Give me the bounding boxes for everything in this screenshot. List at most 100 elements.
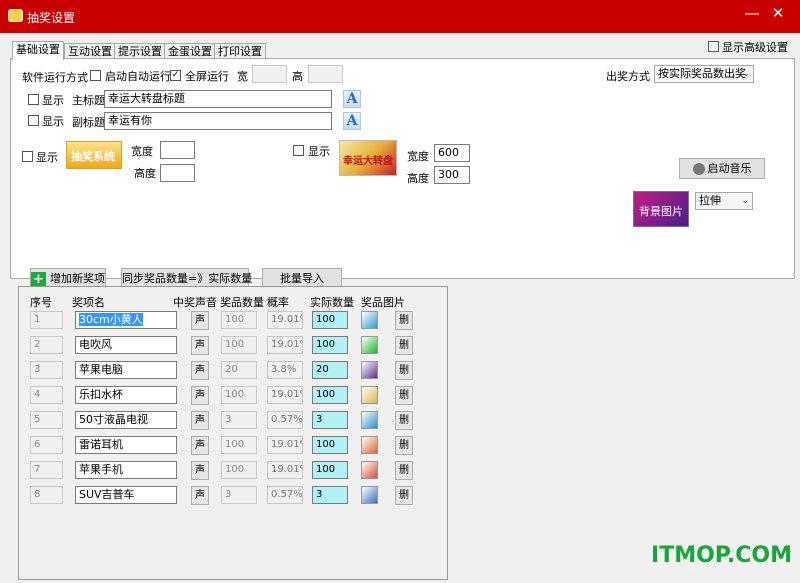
delete-button[interactable]: 删 — [395, 436, 413, 455]
logo-height-input[interactable] — [160, 164, 195, 182]
width-input[interactable] — [252, 65, 287, 83]
prize-quantity-input[interactable]: 100 — [221, 336, 257, 354]
sound-button[interactable]: 声 — [191, 411, 209, 430]
background-image-text: 背景图片 — [639, 205, 683, 218]
tab-golden-egg[interactable]: 金蛋设置 — [164, 43, 216, 59]
table-row: 3 苹果电脑 声 20 3.8% 20 删 — [19, 358, 447, 383]
delete-button[interactable]: 删 — [395, 311, 413, 330]
prize-image-thumbnail[interactable] — [361, 361, 378, 379]
main-title-input[interactable]: 幸运大转盘标题 — [104, 90, 332, 108]
tab-interaction[interactable]: 互动设置 — [64, 43, 116, 59]
width-label: 宽 — [237, 70, 248, 83]
prize-name-input[interactable]: 乐扣水杯 — [75, 386, 177, 404]
prize-quantity-input[interactable]: 100 — [221, 386, 257, 404]
prize-image-thumbnail[interactable] — [361, 436, 378, 454]
actual-quantity-input[interactable]: 20 — [312, 361, 348, 379]
prize-name-input[interactable]: 苹果手机 — [75, 461, 177, 479]
height-label: 高 — [292, 70, 303, 83]
actual-quantity-input[interactable]: 3 — [312, 411, 348, 429]
prize-name-input[interactable]: 30cm小黄人 — [75, 311, 177, 329]
prize-image-thumbnail[interactable] — [361, 461, 378, 479]
row-index: 8 — [30, 486, 63, 504]
add-prize-label: 增加新奖项 — [50, 272, 105, 285]
sub-title-input[interactable]: 幸运有你 — [104, 112, 332, 130]
prize-quantity-input[interactable]: 3 — [221, 486, 257, 504]
banner-show-checkbox[interactable] — [293, 145, 304, 156]
tab-basic[interactable]: 基础设置 — [12, 41, 64, 60]
advanced-checkbox[interactable] — [708, 41, 719, 52]
prize-probability: 19.01% — [267, 311, 303, 329]
prize-name-input[interactable]: 电吹风 — [75, 336, 177, 354]
prize-probability: 19.01% — [267, 461, 303, 479]
delete-button[interactable]: 删 — [395, 486, 413, 505]
main-title-label: 主标题 — [72, 94, 105, 107]
banner-image[interactable]: 幸运大转盘 — [339, 140, 397, 176]
tab-hints[interactable]: 提示设置 — [114, 43, 166, 59]
sub-title-show-checkbox[interactable] — [28, 115, 39, 126]
table-row: 5 50寸液晶电视声 3 0.57% 3 删 — [19, 408, 447, 433]
prize-name-input[interactable]: SUV吉普车 — [75, 486, 177, 504]
prize-quantity-input[interactable]: 100 — [221, 436, 257, 454]
prize-image-thumbnail[interactable] — [361, 311, 378, 329]
prize-probability: 19.01% — [267, 436, 303, 454]
background-image[interactable]: 背景图片 — [633, 191, 689, 227]
sound-button[interactable]: 声 — [191, 486, 209, 505]
draw-mode-select[interactable]: 按实际奖品数出奖 ⌄ — [654, 65, 754, 83]
actual-quantity-input[interactable]: 100 — [312, 336, 348, 354]
sound-button[interactable]: 声 — [191, 361, 209, 380]
prize-name-text: 30cm小黄人 — [79, 313, 143, 326]
actual-quantity-input[interactable]: 100 — [312, 436, 348, 454]
close-button[interactable]: ✕ — [766, 3, 790, 23]
prize-image-thumbnail[interactable] — [361, 336, 378, 354]
chevron-down-icon: ⌄ — [741, 196, 749, 206]
prize-image-thumbnail[interactable] — [361, 486, 378, 504]
start-music-button[interactable]: 启动音乐 — [679, 158, 765, 179]
delete-button[interactable]: 删 — [395, 336, 413, 355]
main-title-show-checkbox[interactable] — [28, 94, 39, 105]
table-row: 4 乐扣水杯 声 100 19.01% 100 删 — [19, 383, 447, 408]
sound-button[interactable]: 声 — [191, 311, 209, 330]
actual-quantity-input[interactable]: 100 — [312, 311, 348, 329]
sound-button[interactable]: 声 — [191, 386, 209, 405]
sound-button[interactable]: 声 — [191, 461, 209, 480]
tab-print[interactable]: 打印设置 — [214, 43, 266, 59]
prize-quantity-input[interactable]: 3 — [221, 411, 257, 429]
stretch-select[interactable]: 拉伸 ⌄ — [695, 192, 753, 210]
prize-name-text: 50寸液晶电视 — [79, 413, 148, 426]
actual-quantity-input[interactable]: 3 — [312, 486, 348, 504]
banner-width-input[interactable]: 600 — [434, 144, 470, 162]
delete-button[interactable]: 删 — [395, 361, 413, 380]
title-bar: 抽奖设置 — ✕ — [0, 0, 800, 33]
actual-quantity-input[interactable]: 100 — [312, 461, 348, 479]
start-music-label: 启动音乐 — [707, 162, 752, 175]
actual-quantity-input[interactable]: 100 — [312, 386, 348, 404]
prize-image-thumbnail[interactable] — [361, 386, 378, 404]
banner-height-input[interactable]: 300 — [434, 166, 470, 184]
prize-quantity-input[interactable]: 100 — [221, 311, 257, 329]
logo-image[interactable]: 抽奖系统 — [66, 141, 122, 169]
prize-image-thumbnail[interactable] — [361, 411, 378, 429]
table-row: 8 SUV吉普车声 3 0.57% 3 删 — [19, 483, 447, 508]
sound-button[interactable]: 声 — [191, 436, 209, 455]
prize-quantity-input[interactable]: 20 — [221, 361, 257, 379]
delete-button[interactable]: 删 — [395, 461, 413, 480]
autostart-checkbox[interactable] — [90, 70, 101, 81]
logo-show-checkbox[interactable] — [22, 151, 33, 162]
main-title-font-button[interactable]: A — [343, 90, 361, 108]
delete-button[interactable]: 删 — [395, 386, 413, 405]
fullscreen-checkbox[interactable]: ✓ — [170, 70, 181, 81]
prize-probability: 3.8% — [267, 361, 303, 379]
prize-quantity-input[interactable]: 100 — [221, 461, 257, 479]
prize-name-input[interactable]: 50寸液晶电视 — [75, 411, 177, 429]
height-input[interactable] — [308, 65, 343, 83]
prize-name-input[interactable]: 雷诺耳机 — [75, 436, 177, 454]
sub-title-font-button[interactable]: A — [343, 112, 361, 130]
stretch-value: 拉伸 — [699, 194, 721, 207]
prize-name-input[interactable]: 苹果电脑 — [75, 361, 177, 379]
draw-mode-label: 出奖方式 — [606, 70, 650, 83]
sound-button[interactable]: 声 — [191, 336, 209, 355]
draw-mode-value: 按实际奖品数出奖 — [658, 67, 746, 80]
delete-button[interactable]: 删 — [395, 411, 413, 430]
minimize-button[interactable]: — — [740, 3, 764, 23]
logo-width-input[interactable] — [160, 141, 195, 159]
